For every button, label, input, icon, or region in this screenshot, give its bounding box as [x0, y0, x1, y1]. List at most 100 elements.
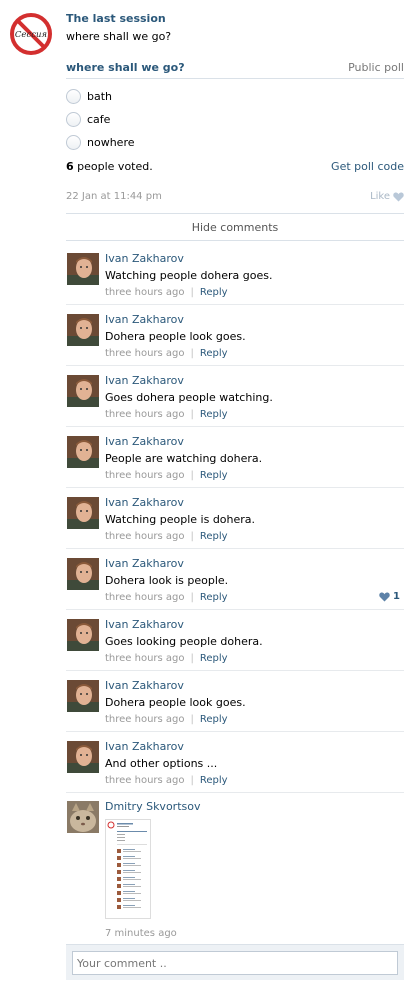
user-photo-icon — [67, 375, 99, 407]
avatar[interactable] — [67, 436, 99, 468]
image-thumbnail-icon — [106, 820, 150, 918]
comment-meta: three hours ago | Reply — [105, 531, 228, 542]
reply-link[interactable]: Reply — [200, 775, 228, 786]
like-button[interactable]: Like — [370, 191, 404, 202]
comment-item: Ivan Zakharov Dohera people look goes. thr… — [66, 305, 404, 366]
comment-item: Ivan Zakharov Watching people dohera goes… — [66, 244, 404, 305]
separator: | — [190, 714, 194, 725]
poll-option-label: bath — [87, 89, 113, 103]
comment-author[interactable]: Ivan Zakharov — [105, 252, 184, 265]
reply-link[interactable]: Reply — [200, 531, 228, 542]
user-photo-icon — [67, 497, 99, 529]
user-photo-icon — [67, 680, 99, 712]
post-avatar[interactable]: Сессия — [9, 12, 53, 56]
radio-button[interactable] — [66, 88, 81, 104]
poll-option-label: nowhere — [87, 135, 135, 149]
comment-author[interactable]: Ivan Zakharov — [105, 679, 184, 692]
poll-votes: 6 people voted. — [66, 160, 153, 173]
screenshot-attachment[interactable] — [105, 819, 151, 919]
cat-avatar-icon — [67, 801, 99, 833]
comment-author[interactable]: Ivan Zakharov — [105, 618, 184, 631]
separator: | — [190, 409, 194, 420]
comment-item: Ivan Zakharov Goes looking people dohera.… — [66, 610, 404, 671]
comment-meta: three hours ago | Reply — [105, 470, 228, 481]
separator: | — [190, 470, 194, 481]
comment-text: People are watching dohera. — [105, 452, 263, 465]
comment-item: Ivan Zakharov Dohera people look goes. thr… — [66, 671, 404, 732]
comment-time[interactable]: three hours ago — [105, 470, 185, 481]
reply-link[interactable]: Reply — [200, 348, 228, 359]
separator: | — [190, 592, 194, 603]
post-author[interactable]: The last session — [66, 12, 166, 25]
comment-time[interactable]: three hours ago — [105, 714, 185, 725]
poll-title: where shall we go? — [66, 61, 185, 74]
get-poll-code-link[interactable]: Get poll code — [331, 160, 404, 173]
reply-link[interactable]: Reply — [200, 409, 228, 420]
comment-author[interactable]: Ivan Zakharov — [105, 740, 184, 753]
hide-comments-button[interactable]: Hide comments — [66, 213, 404, 241]
comment-author[interactable]: Ivan Zakharov — [105, 557, 184, 570]
comment-item: Ivan Zakharov And other options ... three … — [66, 732, 404, 793]
avatar[interactable] — [67, 314, 99, 346]
user-photo-icon — [67, 253, 99, 285]
comment-text: Watching people dohera goes. — [105, 269, 273, 282]
comment-time[interactable]: three hours ago — [105, 653, 185, 664]
comment-text: Dohera look is people. — [105, 574, 229, 587]
comment-time[interactable]: three hours ago — [105, 531, 185, 542]
like-count: 1 — [393, 591, 400, 602]
reply-link[interactable]: Reply — [200, 714, 228, 725]
reply-link[interactable]: Reply — [200, 592, 228, 603]
avatar[interactable] — [67, 253, 99, 285]
avatar[interactable] — [67, 375, 99, 407]
comment-text: Watching people is dohera. — [105, 513, 256, 526]
comment-like-button[interactable]: 1 — [379, 591, 400, 602]
comment-time[interactable]: three hours ago — [105, 348, 185, 359]
avatar[interactable] — [67, 741, 99, 773]
comment-meta: three hours ago | Reply — [105, 714, 228, 725]
post-text: where shall we go? — [66, 30, 172, 43]
poll-option[interactable]: cafe — [66, 111, 110, 127]
avatar[interactable] — [67, 680, 99, 712]
comment-meta: three hours ago | Reply — [105, 775, 228, 786]
poll-type: Public poll — [348, 61, 404, 74]
separator: | — [190, 348, 194, 359]
user-photo-icon — [67, 314, 99, 346]
comment-item: Ivan Zakharov Watching people is dohera. t… — [66, 488, 404, 549]
comment-author[interactable]: Ivan Zakharov — [105, 435, 184, 448]
radio-button[interactable] — [66, 111, 81, 127]
reply-link[interactable]: Reply — [200, 287, 228, 298]
comment-meta: three hours ago | Reply — [105, 592, 228, 603]
comment-author[interactable]: Dmitry Skvortsov — [105, 800, 200, 813]
avatar[interactable] — [67, 497, 99, 529]
separator: | — [190, 775, 194, 786]
comment-item: Ivan Zakharov Goes dohera people watching… — [66, 366, 404, 427]
radio-button[interactable] — [66, 134, 81, 150]
poll-option[interactable]: nowhere — [66, 134, 135, 150]
reply-link[interactable]: Reply — [200, 470, 228, 481]
avatar[interactable] — [67, 619, 99, 651]
reply-box — [66, 944, 404, 980]
avatar[interactable] — [67, 558, 99, 590]
avatar[interactable] — [67, 801, 99, 833]
reply-link[interactable]: Reply — [200, 653, 228, 664]
post-date[interactable]: 22 Jan at 11:44 pm — [66, 191, 162, 202]
comment-meta: three hours ago | Reply — [105, 287, 228, 298]
comment-text: Dohera people look goes. — [105, 696, 246, 709]
comment-input[interactable] — [72, 951, 398, 975]
comment-author[interactable]: Ivan Zakharov — [105, 374, 184, 387]
comment-item: Ivan Zakharov Dohera look is people. three… — [66, 549, 404, 610]
votes-count: 6 — [66, 160, 74, 173]
user-photo-icon — [67, 741, 99, 773]
user-photo-icon — [67, 619, 99, 651]
comment-time[interactable]: three hours ago — [105, 287, 185, 298]
user-photo-icon — [67, 558, 99, 590]
comment-time[interactable]: three hours ago — [105, 409, 185, 420]
comment-time[interactable]: 7 minutes ago — [105, 928, 177, 939]
poll-option[interactable]: bath — [66, 88, 112, 104]
comment-time[interactable]: three hours ago — [105, 775, 185, 786]
comment-time[interactable]: three hours ago — [105, 592, 185, 603]
comment-text: Goes looking people dohera. — [105, 635, 263, 648]
comment-meta: three hours ago | Reply — [105, 409, 228, 420]
comment-author[interactable]: Ivan Zakharov — [105, 313, 184, 326]
comment-author[interactable]: Ivan Zakharov — [105, 496, 184, 509]
